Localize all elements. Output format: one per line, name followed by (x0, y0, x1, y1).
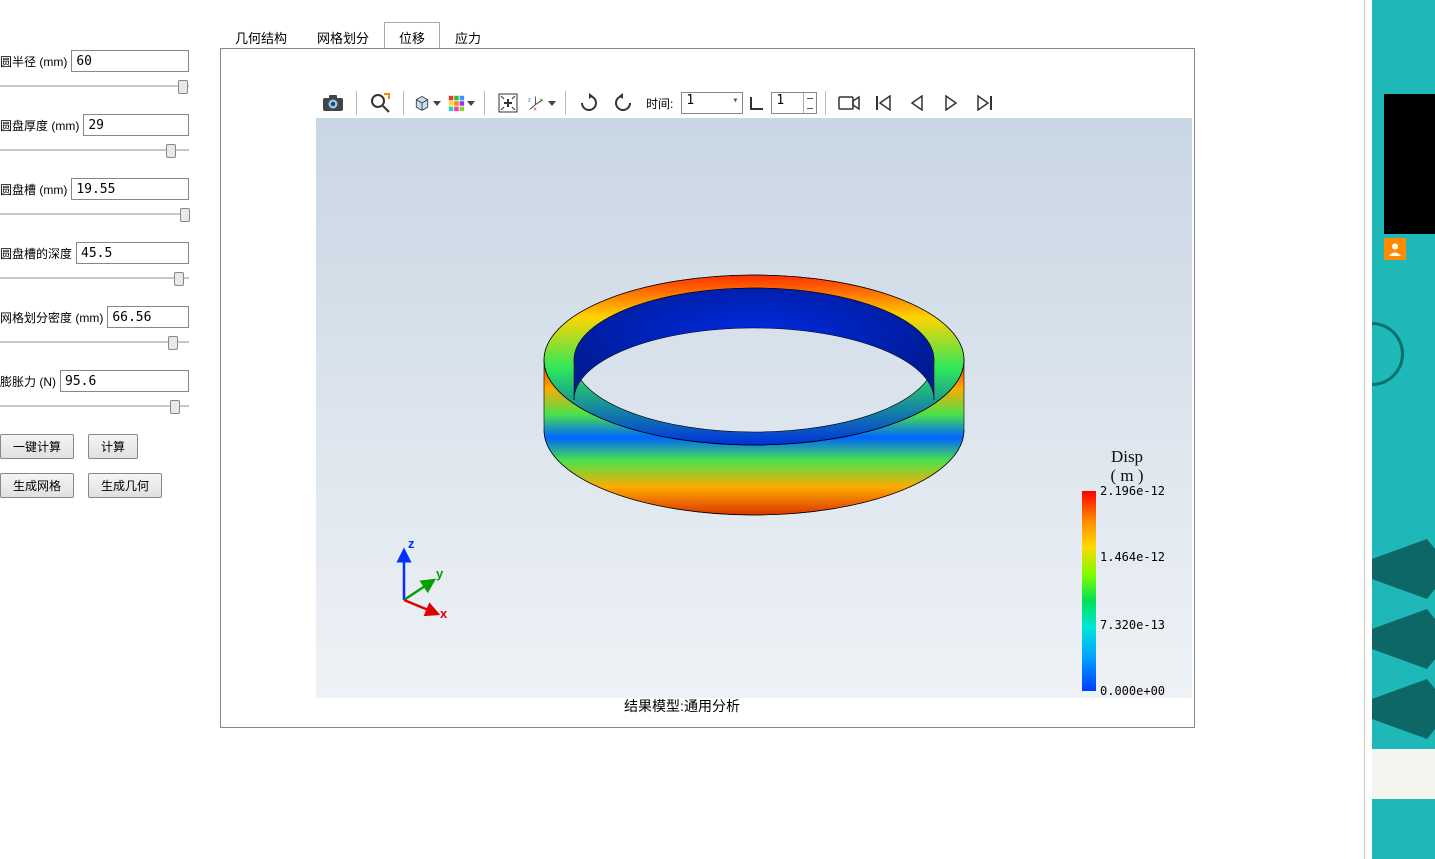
param-input-thickness[interactable] (83, 114, 189, 136)
legend-colorbar (1082, 491, 1096, 691)
zoom-icon[interactable] (365, 89, 395, 117)
avatar-icon[interactable] (1384, 238, 1406, 260)
right-angle-icon[interactable] (747, 89, 767, 117)
param-label: 网格划分密度 (mm) (0, 309, 103, 326)
dock-handle-icon[interactable] (1372, 322, 1404, 386)
axis-triad: z y x (386, 538, 456, 618)
calc-button[interactable]: 计算 (88, 434, 138, 459)
param-label: 圆半径 (mm) (0, 53, 67, 70)
param-slider-groove[interactable] (0, 204, 189, 224)
camera-record-icon[interactable] (834, 89, 864, 117)
result-caption: 结果模型:通用分析 (624, 696, 740, 716)
param-slider-thickness[interactable] (0, 140, 189, 160)
time-label: 时间: (646, 95, 673, 112)
param-radius: 圆半径 (mm) (0, 50, 189, 96)
param-slider-force[interactable] (0, 396, 189, 416)
play-icon[interactable] (936, 89, 966, 117)
rotate-ccw-icon[interactable] (608, 89, 638, 117)
legend-ticks: 2.196e-12 1.464e-12 7.320e-13 0.000e+00 (1100, 491, 1172, 691)
param-input-force[interactable] (60, 370, 189, 392)
color-legend: Disp( m ) 2.196e-12 1.464e-12 7.320e-13 … (1082, 448, 1172, 691)
time-combo[interactable]: 1 (681, 92, 743, 114)
param-groove: 圆盘槽 (mm) (0, 178, 189, 224)
param-label: 圆盘槽 (mm) (0, 181, 67, 198)
param-input-radius[interactable] (71, 50, 189, 72)
step-back-icon[interactable] (902, 89, 932, 117)
param-label: 膨胀力 (N) (0, 373, 56, 390)
parameter-panel: 圆半径 (mm) 圆盘厚度 (mm) 圆盘槽 (mm) (0, 50, 195, 512)
legend-title: Disp( m ) (1082, 448, 1172, 485)
axes-orient-icon[interactable]: zyx (527, 89, 557, 117)
param-groove-depth: 圆盘槽的深度 (0, 242, 189, 288)
legend-tick: 7.320e-13 (1100, 618, 1165, 632)
param-slider-groove-depth[interactable] (0, 268, 189, 288)
skip-start-icon[interactable] (868, 89, 898, 117)
dock-chevrons (1372, 539, 1435, 799)
param-label: 圆盘厚度 (mm) (0, 117, 79, 134)
param-force: 膨胀力 (N) (0, 370, 189, 416)
right-dock (1372, 0, 1435, 859)
param-slider-mesh-density[interactable] (0, 332, 189, 352)
main-app-window: 圆半径 (mm) 圆盘厚度 (mm) 圆盘槽 (mm) (0, 0, 1365, 859)
svg-text:x: x (534, 106, 537, 112)
legend-tick: 0.000e+00 (1100, 684, 1165, 698)
viewport-toolbar: zyx 时间: 1 1 (316, 86, 1002, 120)
axis-y-label: y (436, 566, 444, 581)
legend-tick: 1.464e-12 (1100, 550, 1165, 564)
onekey-calc-button[interactable]: 一键计算 (0, 434, 74, 459)
box-icon[interactable] (412, 89, 442, 117)
legend-tick: 2.196e-12 (1100, 484, 1165, 498)
param-label: 圆盘槽的深度 (0, 245, 72, 262)
step-spinner[interactable]: 1 (771, 92, 817, 114)
skip-end-icon[interactable] (970, 89, 1000, 117)
fit-view-icon[interactable] (493, 89, 523, 117)
param-input-groove-depth[interactable] (76, 242, 189, 264)
axis-x-label: x (440, 606, 448, 618)
generate-mesh-button[interactable]: 生成网格 (0, 473, 74, 498)
param-slider-radius[interactable] (0, 76, 189, 96)
svg-text:z: z (528, 97, 531, 103)
generate-geometry-button[interactable]: 生成几何 (88, 473, 162, 498)
param-input-mesh-density[interactable] (107, 306, 189, 328)
param-input-groove[interactable] (71, 178, 189, 200)
rotate-cw-icon[interactable] (574, 89, 604, 117)
dock-preview (1384, 94, 1435, 234)
result-viewport[interactable]: z y x Disp( m ) 2.196e-12 1.464e-12 7.32… (316, 118, 1192, 698)
axis-z-label: z (408, 538, 415, 551)
param-mesh-density: 网格划分密度 (mm) (0, 306, 189, 352)
param-thickness: 圆盘厚度 (mm) (0, 114, 189, 160)
rubik-icon[interactable] (446, 89, 476, 117)
snapshot-icon[interactable] (318, 89, 348, 117)
ring-model (529, 245, 979, 525)
